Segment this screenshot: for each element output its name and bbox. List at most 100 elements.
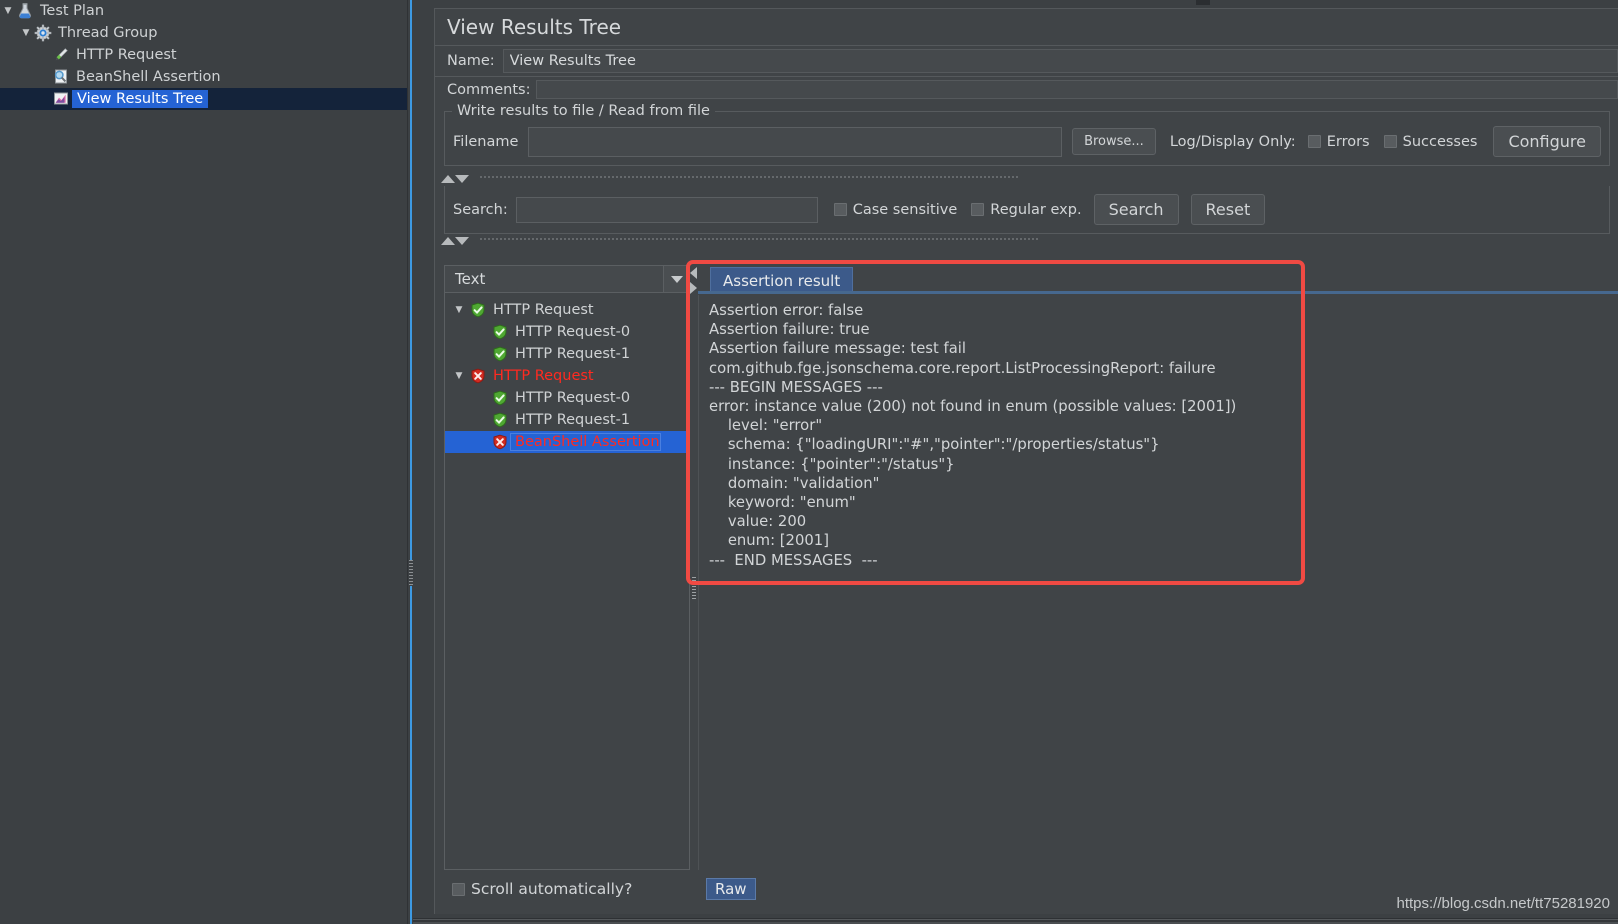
tree-item-http-request[interactable]: HTTP Request xyxy=(0,44,407,66)
splitter-top-arrows[interactable] xyxy=(435,173,469,185)
comments-label: Comments: xyxy=(447,81,531,98)
renderer-select[interactable]: Text xyxy=(444,265,690,293)
result-row-label: HTTP Request xyxy=(493,368,594,384)
reset-button[interactable]: Reset xyxy=(1190,194,1266,225)
test-plan-icon xyxy=(16,2,36,20)
comments-input[interactable] xyxy=(536,80,1618,99)
search-row: Search: Case sensitive Regular exp. Sear… xyxy=(453,194,1601,225)
twisty-expanded-icon[interactable]: ▼ xyxy=(451,371,467,381)
test-plan-tree-pane: ▼ Test Plan ▼ Thread Group HTTP Request BeanS… xyxy=(0,0,408,924)
regex-label: Regular exp. xyxy=(990,201,1082,218)
case-sensitive-label: Case sensitive xyxy=(852,201,958,218)
results-detail-column: Assertion result Assertion error: false … xyxy=(698,265,1618,914)
filename-row: Filename Browse... Log/Display Only: Err… xyxy=(453,126,1601,157)
status-fail-icon xyxy=(467,368,489,384)
scroll-automatically-label: Scroll automatically? xyxy=(471,880,633,898)
collapse-left-icon[interactable] xyxy=(690,267,697,279)
splitter-line xyxy=(410,0,412,924)
splitter-mid[interactable] xyxy=(435,234,1618,248)
tab-assertion-result[interactable]: Assertion result xyxy=(710,267,854,291)
tree-item-label: BeanShell Assertion xyxy=(76,69,221,85)
collapse-up-icon[interactable] xyxy=(441,175,455,183)
results-area: Text ▼ HTTP Request HTTP Request-0 HTTP Req… xyxy=(444,265,1618,914)
regex-checkbox[interactable] xyxy=(971,203,985,216)
twisty-expanded-icon[interactable]: ▼ xyxy=(0,6,16,16)
collapse-right-icon[interactable] xyxy=(690,282,697,294)
collapse-down-icon[interactable] xyxy=(455,175,469,183)
view-results-tree-icon xyxy=(52,90,72,108)
splitter-mid-arrows[interactable] xyxy=(435,235,469,247)
result-row-label: BeanShell Assertion xyxy=(510,433,661,451)
successes-label: Successes xyxy=(1402,133,1478,150)
filename-label: Filename xyxy=(453,133,519,150)
tab-underline xyxy=(698,291,1618,294)
status-fail-icon xyxy=(489,434,511,450)
raw-button[interactable]: Raw xyxy=(706,878,756,900)
chevron-down-icon xyxy=(670,275,683,283)
http-request-icon xyxy=(52,46,72,64)
search-area: Search: Case sensitive Regular exp. Sear… xyxy=(444,186,1610,234)
tree-item-beanshell-assertion[interactable]: BeanShell Assertion xyxy=(0,66,407,88)
tree-item-label: Test Plan xyxy=(40,3,105,19)
result-row[interactable]: ▼ HTTP Request xyxy=(445,299,689,321)
result-row[interactable]: BeanShell Assertion xyxy=(445,431,689,453)
splitter-mid-grip[interactable] xyxy=(479,237,1039,245)
filename-input[interactable] xyxy=(528,126,1063,157)
log-display-only-label: Log/Display Only: xyxy=(1169,133,1296,150)
result-tabstrip: Assertion result xyxy=(698,265,1618,294)
renderer-select-arrow[interactable] xyxy=(663,266,689,292)
tree-item-thread-group[interactable]: ▼ Thread Group xyxy=(0,22,407,44)
splitter-top-grip[interactable] xyxy=(479,175,1019,183)
tree-item-label: Thread Group xyxy=(58,25,158,41)
search-input[interactable] xyxy=(515,196,818,223)
browse-button[interactable]: Browse... xyxy=(1072,128,1156,155)
status-pass-icon xyxy=(489,412,511,428)
assertion-result-text[interactable]: Assertion error: false Assertion failure… xyxy=(698,295,1618,870)
name-input[interactable] xyxy=(502,49,1618,73)
status-pass-icon xyxy=(489,390,511,406)
tree-item-view-results-tree[interactable]: View Results Tree xyxy=(0,88,407,110)
status-pass-icon xyxy=(467,302,489,318)
twisty-expanded-icon[interactable]: ▼ xyxy=(18,28,34,38)
jmeter-window: ▼ Test Plan ▼ Thread Group HTTP Request BeanS… xyxy=(0,0,1618,924)
status-pass-icon xyxy=(489,324,511,340)
write-results-legend: Write results to file / Read from file xyxy=(452,103,715,119)
twisty-expanded-icon[interactable]: ▼ xyxy=(451,305,467,315)
name-row: Name: xyxy=(435,45,1618,76)
result-row[interactable]: HTTP Request-1 xyxy=(445,343,689,365)
results-splitter-grip[interactable] xyxy=(692,577,696,599)
result-row-label: HTTP Request-0 xyxy=(515,390,631,406)
result-row[interactable]: HTTP Request-0 xyxy=(445,321,689,343)
watermark: https://blog.csdn.net/tt75281920 xyxy=(1396,895,1611,912)
status-pass-icon xyxy=(489,346,511,362)
result-row-label: HTTP Request-1 xyxy=(515,346,631,362)
scroll-automatically-checkbox[interactable] xyxy=(452,882,465,896)
result-row[interactable]: HTTP Request-0 xyxy=(445,387,689,409)
tree-item-test-plan[interactable]: ▼ Test Plan xyxy=(0,0,407,22)
main-panel: View Results Tree Name: Comments: Write … xyxy=(413,0,1618,924)
search-button[interactable]: Search xyxy=(1093,194,1179,225)
collapse-down-icon[interactable] xyxy=(455,237,469,245)
result-row-label: HTTP Request-1 xyxy=(515,412,631,428)
renderer-select-value: Text xyxy=(455,270,486,288)
errors-checkbox[interactable] xyxy=(1307,135,1321,148)
case-sensitive-checkbox[interactable] xyxy=(833,203,847,216)
window-top-nub xyxy=(1196,0,1210,5)
thread-group-icon xyxy=(34,24,54,42)
tab-label: Assertion result xyxy=(723,271,841,290)
result-row[interactable]: ▼ HTTP Request xyxy=(445,365,689,387)
result-row-label: HTTP Request-0 xyxy=(515,324,631,340)
results-tree[interactable]: ▼ HTTP Request HTTP Request-0 HTTP Request-… xyxy=(444,293,690,870)
splitter-top[interactable] xyxy=(435,172,1618,186)
successes-checkbox[interactable] xyxy=(1383,135,1397,148)
scroll-automatically-row: Scroll automatically? xyxy=(444,876,632,902)
errors-label: Errors xyxy=(1326,133,1370,150)
view-results-tree-panel: View Results Tree Name: Comments: Write … xyxy=(434,8,1618,914)
result-row[interactable]: HTTP Request-1 xyxy=(445,409,689,431)
configure-button[interactable]: Configure xyxy=(1493,126,1601,157)
result-row-label: HTTP Request xyxy=(493,302,594,318)
results-collapse-arrows[interactable] xyxy=(690,267,698,294)
collapse-up-icon[interactable] xyxy=(441,237,455,245)
test-plan-tree[interactable]: ▼ Test Plan ▼ Thread Group HTTP Request BeanS… xyxy=(0,0,407,110)
page-title: View Results Tree xyxy=(447,15,622,39)
